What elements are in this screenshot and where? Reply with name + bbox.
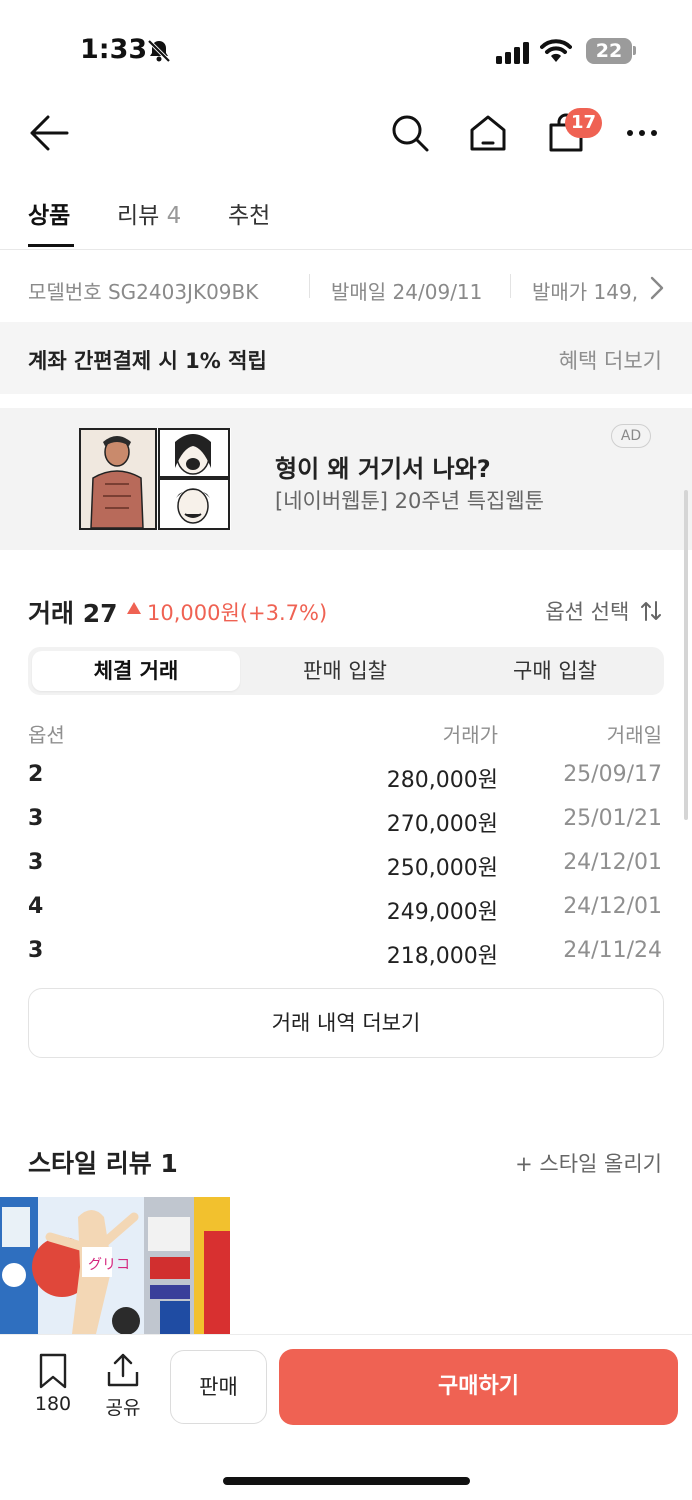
more-icon[interactable] — [626, 124, 660, 142]
trade-price: 270,000원 — [386, 812, 498, 837]
scrollbar[interactable] — [684, 490, 688, 820]
cart-count-badge: 17 — [565, 108, 603, 138]
trade-date: 25/09/17 — [563, 762, 662, 787]
ad-badge: AD — [611, 424, 651, 448]
style-review-thumbnail[interactable]: グリコ — [0, 1197, 230, 1334]
sort-arrows-icon — [641, 601, 661, 621]
bookmark-count: 180 — [34, 1393, 72, 1415]
trade-count-title: 거래 27 — [28, 599, 118, 628]
sell-button[interactable]: 판매 — [170, 1350, 267, 1424]
home-icon[interactable] — [468, 113, 508, 153]
battery-icon: 22 — [586, 38, 632, 64]
style-photo: グリコ — [0, 1197, 230, 1334]
segment-completed-trades[interactable]: 체결 거래 — [32, 651, 240, 691]
trade-price: 250,000원 — [386, 856, 498, 881]
tab-review[interactable]: 리뷰 4 — [117, 196, 181, 230]
trade-date: 24/12/01 — [563, 894, 662, 919]
column-date: 거래일 — [606, 723, 662, 747]
signal-icon — [496, 42, 529, 64]
price-change: 10,000원(+3.7%) — [147, 601, 328, 625]
release-price: 발매가 149, — [532, 280, 639, 304]
trade-date: 25/01/21 — [563, 806, 662, 831]
trade-price: 280,000원 — [386, 768, 498, 793]
share-label: 공유 — [105, 1397, 141, 1419]
option-select-button[interactable]: 옵션 선택 — [545, 596, 662, 626]
trade-date: 24/11/24 — [563, 938, 662, 963]
spec-divider — [309, 274, 310, 298]
trade-price: 218,000원 — [386, 944, 498, 969]
trade-option: 3 — [28, 850, 44, 875]
chevron-right-icon[interactable] — [649, 276, 665, 300]
style-upload-link[interactable]: + 스타일 올리기 — [515, 1148, 662, 1178]
column-price: 거래가 — [442, 723, 498, 747]
benefit-text: 계좌 간편결제 시 1% 적립 — [28, 349, 267, 373]
style-review-title: 스타일 리뷰 1 — [28, 1149, 178, 1178]
back-arrow-icon[interactable] — [28, 114, 70, 152]
search-icon[interactable] — [390, 113, 430, 153]
model-number: 모델번호 SG2403JK09BK — [28, 280, 259, 304]
webtoon-thumbnail — [79, 428, 231, 530]
bell-slash-icon — [147, 39, 171, 63]
ad-title: 형이 왜 거기서 나와? — [275, 455, 491, 483]
buy-button[interactable]: 구매하기 — [279, 1349, 678, 1425]
share-icon[interactable] — [106, 1352, 140, 1388]
bookmark-icon[interactable] — [37, 1353, 69, 1389]
segment-buy-bids[interactable]: 구매 입찰 — [452, 651, 658, 691]
ad-subtitle: [네이버웹툰] 20주년 특집웹툰 — [275, 489, 544, 513]
benefit-more-link[interactable]: 혜택 더보기 — [559, 345, 662, 375]
column-option: 옵션 — [28, 723, 65, 747]
segment-sell-bids[interactable]: 판매 입찰 — [242, 651, 448, 691]
status-time: 1:33 — [80, 34, 148, 65]
svg-text:グリコ: グリコ — [88, 1257, 130, 1273]
tabs-divider — [0, 249, 692, 250]
trade-option: 3 — [28, 806, 44, 831]
spec-divider — [510, 274, 511, 298]
home-indicator[interactable] — [223, 1477, 470, 1485]
option-select-label: 옵션 선택 — [545, 600, 630, 624]
trade-option: 2 — [28, 762, 44, 787]
tab-recommend[interactable]: 추천 — [228, 196, 270, 230]
battery-tip — [633, 46, 636, 55]
trade-price: 249,000원 — [386, 900, 498, 925]
trade-option: 4 — [28, 894, 44, 919]
active-tab-underline — [28, 244, 74, 247]
wifi-icon — [540, 39, 572, 62]
up-triangle-icon — [127, 602, 141, 614]
trade-option: 3 — [28, 938, 44, 963]
trade-history-more-button[interactable]: 거래 내역 더보기 — [28, 988, 664, 1058]
trade-date: 24/12/01 — [563, 850, 662, 875]
release-date: 발매일 24/09/11 — [331, 280, 483, 304]
tab-product[interactable]: 상품 — [28, 196, 70, 230]
